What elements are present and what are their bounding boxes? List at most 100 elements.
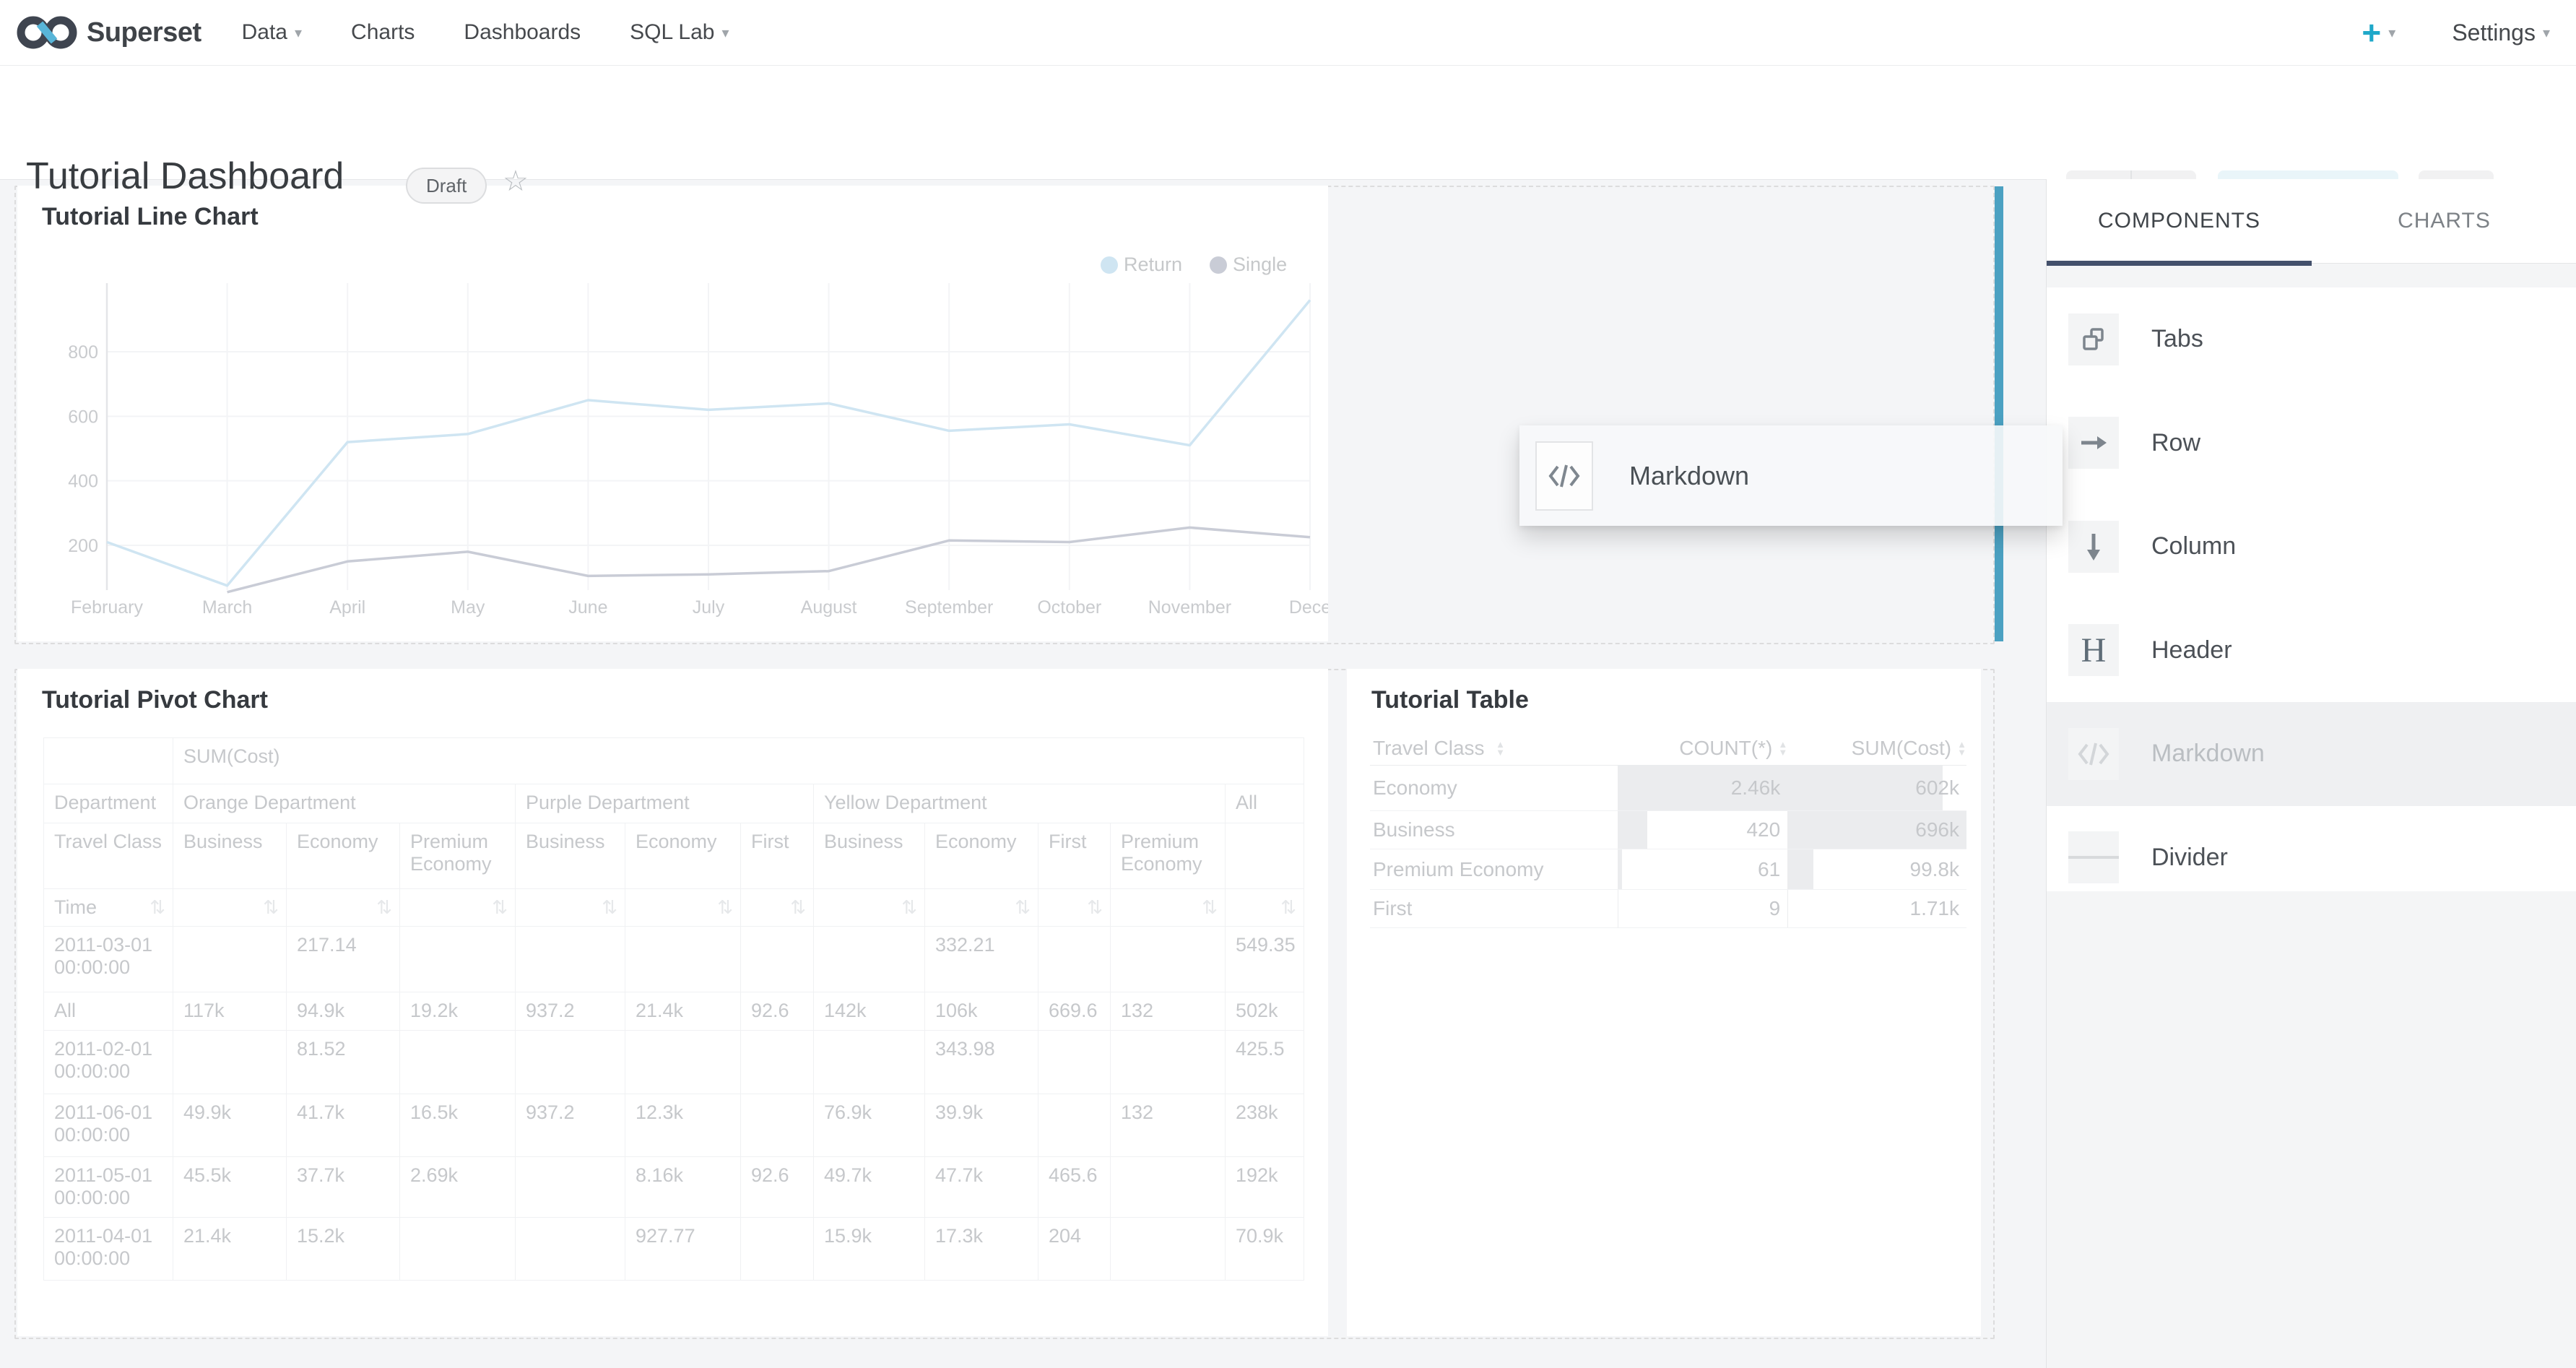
component-item-header[interactable]: H Header [2047,599,2576,703]
favorite-star-icon[interactable]: ☆ [503,165,529,198]
brand-name: Superset [87,17,201,48]
sort-icon[interactable]: ▲▼ [1957,740,1966,756]
tab-components[interactable]: COMPONENTS [2047,179,2312,263]
svg-text:March: March [202,597,252,618]
superset-logo[interactable]: Superset [16,14,201,51]
builder-panel: COMPONENTS CHARTS Tabs Row Column H Header… [2046,179,2576,1368]
chevron-down-icon: ▾ [2543,24,2550,42]
svg-text:May: May [451,597,485,618]
column-header[interactable]: Travel Class ▲▼ [1370,737,1618,760]
markdown-icon [2068,728,2119,780]
nav-item-data[interactable]: Data▾ [242,20,302,45]
superset-logo-icon [16,14,78,51]
svg-text:February: February [71,597,144,618]
add-new-button[interactable]: + ▾ [2362,16,2395,49]
component-label: Row [2151,429,2200,457]
svg-text:April: April [329,597,365,618]
svg-text:400: 400 [68,472,98,492]
pivot-chart-card[interactable]: Tutorial Pivot Chart SUM(Cost)Department… [17,669,1328,1336]
cell-bar [1618,849,1622,889]
component-item-column[interactable]: Column [2047,495,2576,599]
page-title[interactable]: Tutorial Dashboard [26,155,344,198]
dragged-markdown-component[interactable]: Markdown [1519,425,2063,526]
navbar-right: + ▾ Settings ▾ [2362,16,2550,49]
builder-tabs: COMPONENTS CHARTS [2047,179,2576,264]
svg-text:October: October [1037,597,1101,618]
svg-text:Dece: Dece [1289,597,1328,618]
svg-text:September: September [905,597,993,618]
row-label: First [1370,890,1618,927]
nav-item-label: SQL Lab [630,20,714,45]
column-icon [2068,521,2119,573]
pivot-row: 2011-06-01 00:00:0049.9k41.7k16.5k937.21… [44,1094,1304,1157]
cell-value: 696k [1915,818,1959,841]
line-chart-card[interactable]: Tutorial Line Chart ReturnSingle 2004006… [17,186,1328,641]
column-header[interactable]: SUM(Cost)▲▼ [1787,737,1966,760]
pivot-table: SUM(Cost)DepartmentOrange DepartmentPurp… [43,737,1304,1281]
svg-text:200: 200 [68,536,98,556]
tab-charts[interactable]: CHARTS [2312,179,2576,263]
drag-label: Markdown [1629,461,1749,491]
cell-bar [1618,811,1647,849]
table-header-row: Travel Class ▲▼ COUNT(*)▲▼ SUM(Cost)▲▼ [1370,731,1966,766]
nav-item-label: Data [242,20,287,45]
pivot-row: 2011-02-01 00:00:0081.52343.98425.5 [44,1031,1304,1094]
cell-bar [1787,849,1813,889]
chevron-down-icon: ▾ [721,24,729,42]
row-icon [2068,417,2119,469]
settings-menu[interactable]: Settings ▾ [2452,20,2550,46]
table-row: First 9 1.71k [1370,890,1966,928]
table-chart-card[interactable]: Tutorial Table Travel Class ▲▼ COUNT(*)▲… [1347,669,1981,1336]
row-label: Premium Economy [1370,849,1618,889]
nav-item-sql-lab[interactable]: SQL Lab ▾ [630,20,729,45]
tabs-icon [2068,313,2119,365]
pivot-row: 2011-05-01 00:00:0045.5k37.7k2.69k8.16k9… [44,1157,1304,1218]
cell-value: 9 [1769,897,1781,920]
cell-value: 420 [1746,818,1780,841]
pivot-row: 2011-04-01 00:00:0021.4k15.2k927.7715.9k… [44,1218,1304,1281]
component-label: Header [2151,636,2232,664]
drop-indicator [1995,186,2003,641]
component-list: Tabs Row Column H Header Markdown Divider [2047,287,2576,909]
cell-value: 1.71k [1910,897,1960,920]
nav-item-charts[interactable]: Charts [351,20,415,45]
dashboard-header: Tutorial Dashboard Draft ☆ DISCARD [0,65,2576,180]
svg-text:July: July [693,597,725,618]
sort-icon[interactable]: ▲▼ [1778,740,1787,756]
main-menu: Data▾ Charts Dashboards SQL Lab ▾ [242,20,729,45]
superset-dashboard-editor: Superset Data▾ChartsDashboardsSQL Lab▾ +… [0,0,2576,1368]
panel-footer [2047,891,2576,1368]
svg-text:June: June [568,597,607,618]
component-item-row[interactable]: Row [2047,391,2576,495]
data-table: Travel Class ▲▼ COUNT(*)▲▼ SUM(Cost)▲▼ E… [1370,731,1966,928]
svg-text:600: 600 [68,407,98,427]
pivot-grid: SUM(Cost)DepartmentOrange DepartmentPurp… [43,737,1304,1281]
chevron-down-icon: ▾ [2388,24,2395,42]
component-label: Divider [2151,844,2228,872]
dashboard-canvas: Tutorial Line Chart ReturnSingle 2004006… [0,179,2046,1368]
cell-value: 602k [1915,776,1959,800]
table-row: Premium Economy 61 99.8k [1370,849,1966,890]
column-header[interactable]: COUNT(*)▲▼ [1618,737,1787,760]
svg-text:August: August [801,597,857,618]
nav-item-label: Dashboards [464,20,581,45]
divider-icon [2068,831,2119,883]
header-icon: H [2068,624,2119,676]
table-row: Economy 2.46k 602k [1370,766,1966,811]
component-item-markdown: Markdown [2047,702,2576,806]
component-item-tabs[interactable]: Tabs [2047,287,2576,391]
status-badge: Draft [406,168,487,204]
component-label: Markdown [2151,740,2265,768]
line-chart-plot: 200400600800FebruaryMarchAprilMayJuneJul… [17,186,1328,646]
markdown-icon [1535,441,1593,511]
table-row: Business 420 696k [1370,811,1966,849]
pivot-row: 2011-03-01 00:00:00217.14332.21549.35 [44,927,1304,992]
nav-item-dashboards[interactable]: Dashboards [464,20,581,45]
settings-label: Settings [2452,20,2536,46]
chart-title: Tutorial Pivot Chart [42,686,268,714]
row-label: Economy [1370,766,1618,810]
sort-icon[interactable]: ▲▼ [1496,740,1505,756]
cell-value: 99.8k [1910,858,1960,881]
svg-text:November: November [1148,597,1231,618]
row-label: Business [1370,811,1618,849]
